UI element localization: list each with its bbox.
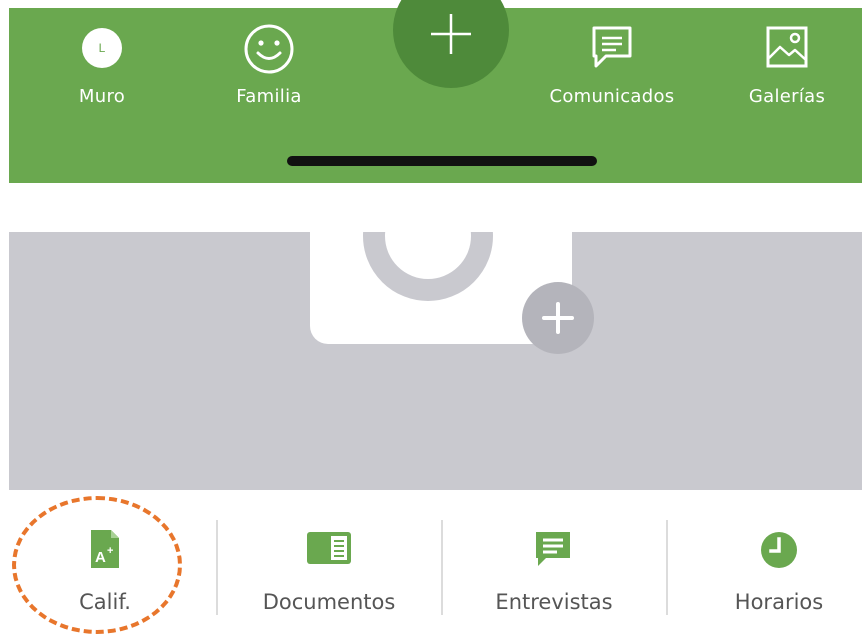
smiley-icon [242, 22, 296, 81]
message-icon [588, 22, 636, 77]
nav-item-comunicados[interactable]: Comunicados [537, 22, 687, 112]
tool-entrevistas[interactable]: Entrevistas [449, 520, 659, 620]
highlight-circle [12, 496, 182, 634]
divider [666, 520, 668, 615]
divider [216, 520, 218, 615]
divider [441, 520, 443, 615]
plus-icon [431, 14, 471, 54]
nav-label-muro: Muro [78, 86, 126, 107]
home-indicator [287, 156, 597, 166]
chat-bubble-icon [532, 528, 576, 577]
nav-label-comunicados: Comunicados [549, 86, 675, 107]
avatar-icon: L [82, 28, 122, 68]
nav-label-familia: Familia [236, 86, 302, 107]
top-navigation-bar: realizar las tareas evaluadas de esta un… [9, 0, 862, 183]
nav-item-muro[interactable]: L Muro [27, 22, 177, 112]
clock-icon [757, 528, 801, 577]
tool-label-horarios: Horarios [734, 590, 824, 614]
photo-placeholder-area[interactable] [9, 232, 862, 490]
gallery-icon [763, 22, 811, 77]
nav-label-galerias: Galerías [748, 86, 826, 107]
documents-icon [305, 528, 353, 573]
create-post-button[interactable] [393, 0, 509, 88]
nav-item-familia[interactable]: Familia [194, 22, 344, 112]
add-photo-button[interactable] [522, 282, 594, 354]
tool-label-entrevistas: Entrevistas [495, 590, 613, 614]
tool-label-documentos: Documentos [262, 590, 396, 614]
tool-horarios[interactable]: Horarios [674, 520, 862, 620]
plus-circle-icon [542, 302, 574, 334]
nav-item-galerias[interactable]: Galerías [712, 22, 862, 112]
tool-documentos[interactable]: Documentos [224, 520, 434, 620]
